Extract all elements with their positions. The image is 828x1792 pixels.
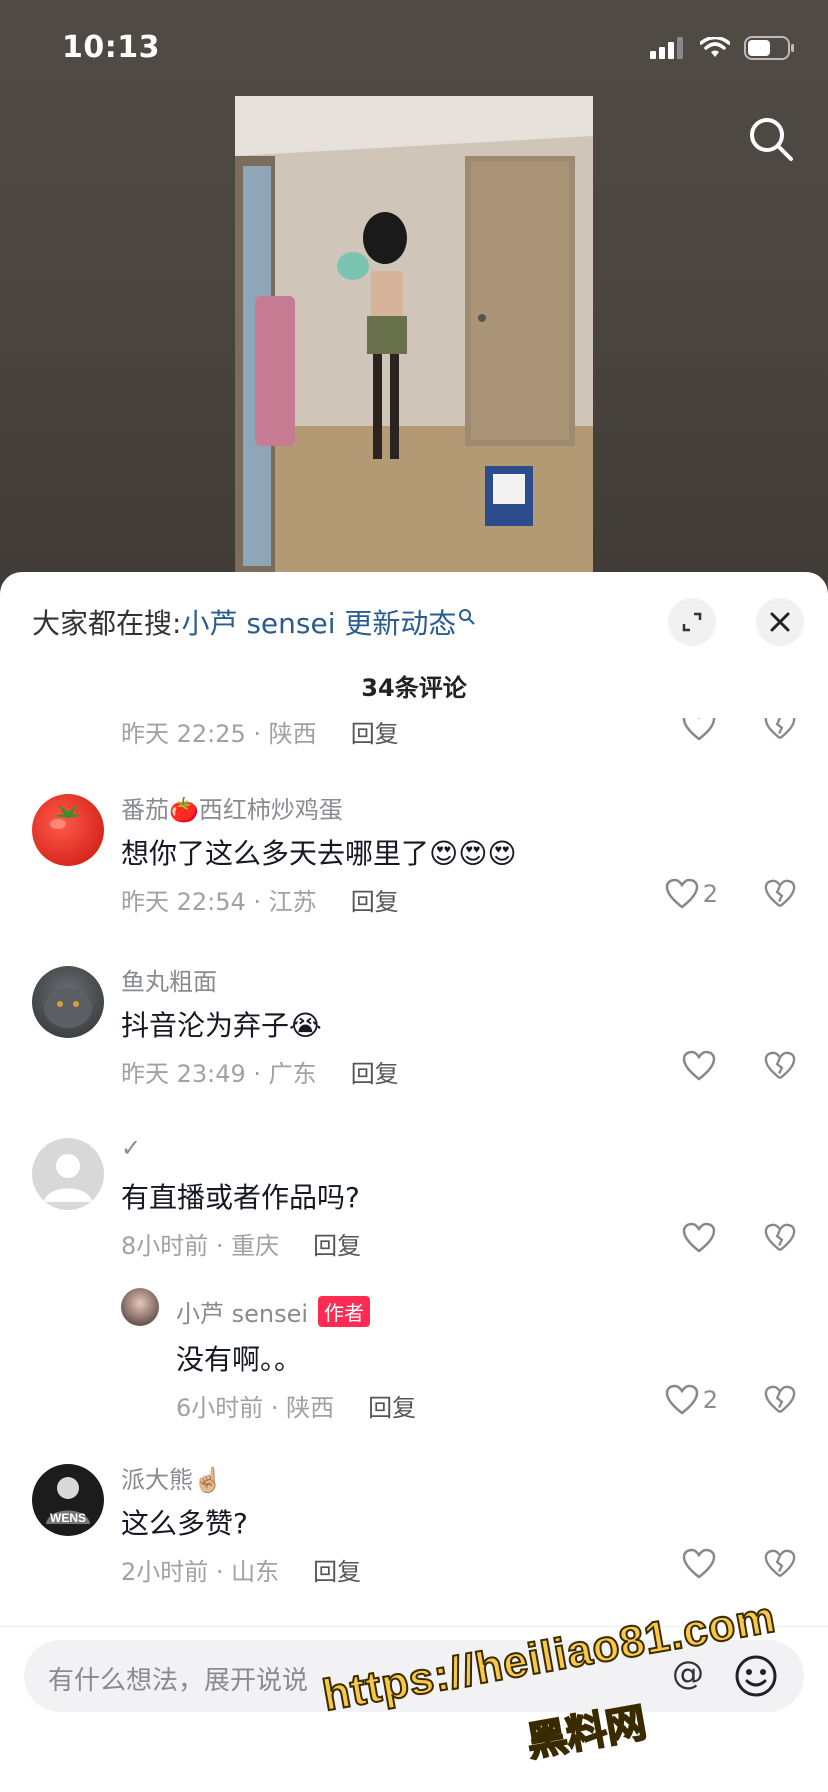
- like-button[interactable]: 2: [665, 1384, 718, 1416]
- comment-text: 有直播或者作品吗?: [121, 1181, 360, 1214]
- reply-button[interactable]: 回复: [351, 1060, 399, 1088]
- reply-item: 小芦 sensei 作者 没有啊。。 6小时前 · 陕西 回复 2: [0, 1288, 828, 1438]
- reply-button[interactable]: 回复: [313, 1558, 361, 1586]
- avatar[interactable]: WENS: [32, 1464, 104, 1536]
- like-button[interactable]: 2: [665, 878, 718, 910]
- comment-text: 想你了这么多天去哪里了😍😍😍: [121, 837, 517, 870]
- expand-button[interactable]: [668, 598, 716, 646]
- small-search-icon: [459, 609, 476, 625]
- search-suggestion-prefix: 大家都在搜:: [32, 607, 182, 640]
- comment-item: 番茄🍅西红柿炒鸡蛋 想你了这么多天去哪里了😍😍😍 昨天 22:54 · 江苏 回复…: [0, 790, 828, 950]
- broken-heart-icon[interactable]: [764, 718, 796, 742]
- default-avatar-icon: [44, 1154, 92, 1202]
- comment-text: 抖音沦为弃子😭: [121, 1009, 322, 1042]
- comment-time: 8小时前 · 重庆: [121, 1232, 280, 1260]
- search-icon[interactable]: [746, 114, 796, 164]
- person-avatar-icon: WENS: [46, 1477, 90, 1525]
- reply-author-row: 小芦 sensei 作者: [176, 1294, 371, 1329]
- heart-icon: [665, 1384, 698, 1415]
- avatar[interactable]: [121, 1288, 159, 1326]
- expand-icon: [682, 612, 702, 632]
- broken-heart-icon[interactable]: [764, 1050, 796, 1082]
- close-icon: [770, 612, 790, 632]
- like-count: 2: [702, 1386, 718, 1414]
- comment-text: 没有啊。。: [176, 1343, 303, 1376]
- tomato-icon: [50, 804, 82, 829]
- comment-meta: 6小时前 · 陕西 回复: [176, 1388, 416, 1423]
- search-suggestion[interactable]: 大家都在搜: 小芦 sensei 更新动态: [32, 602, 476, 642]
- avatar[interactable]: [32, 794, 104, 866]
- comment-item: WENS 派大熊☝🏼 这么多赞? 2小时前 · 山东 回复: [0, 1460, 828, 1610]
- heart-icon[interactable]: [682, 718, 716, 742]
- comment-time: 2小时前 · 山东: [121, 1558, 280, 1586]
- comment-author[interactable]: 番茄🍅西红柿炒鸡蛋: [121, 790, 343, 825]
- broken-heart-icon[interactable]: [764, 1222, 796, 1254]
- status-time: 10:13: [62, 30, 160, 65]
- comment-meta: 昨天 23:49 · 广东 回复: [121, 1054, 399, 1089]
- comment-time: 昨天 22:54 · 江苏: [121, 888, 317, 916]
- comment-author[interactable]: 派大熊☝🏼: [121, 1460, 223, 1495]
- comment-author[interactable]: 小芦 sensei: [176, 1294, 308, 1329]
- author-badge: 作者: [318, 1296, 371, 1327]
- broken-heart-icon[interactable]: [764, 878, 796, 910]
- status-icons: [650, 36, 796, 60]
- comment-count: 34条评论: [361, 674, 467, 702]
- search-suggestion-keyword[interactable]: 小芦 sensei 更新动态: [181, 602, 456, 642]
- comment-meta: 昨天 22:25 · 陕西 回复: [121, 718, 399, 749]
- like-count: 2: [702, 880, 718, 908]
- avatar-text: WENS: [50, 1511, 86, 1525]
- comment-text: 这么多赞?: [121, 1507, 248, 1540]
- comment-meta: 昨天 22:54 · 江苏 回复: [121, 882, 399, 917]
- heart-icon[interactable]: [682, 1222, 716, 1254]
- comment-item: 鱼丸粗面 抖音沦为弃子😭 昨天 23:49 · 广东 回复: [0, 962, 828, 1122]
- avatar[interactable]: [32, 966, 104, 1038]
- avatar[interactable]: [32, 1138, 104, 1210]
- broken-heart-icon[interactable]: [764, 1384, 796, 1416]
- heart-icon[interactable]: [682, 1548, 716, 1580]
- comment-meta: 8小时前 · 重庆 回复: [121, 1226, 361, 1261]
- comment-time: 昨天 23:49 · 广东: [121, 1060, 317, 1088]
- comment-author[interactable]: ✓: [121, 1134, 141, 1162]
- close-button[interactable]: [756, 598, 804, 646]
- comment-time: 6小时前 · 陕西: [176, 1394, 335, 1422]
- video-thumbnail[interactable]: [235, 96, 593, 576]
- broken-heart-icon[interactable]: [764, 1548, 796, 1580]
- comment-item: ✓ 有直播或者作品吗? 8小时前 · 重庆 回复: [0, 1134, 828, 1284]
- heart-icon[interactable]: [682, 1050, 716, 1082]
- comment-meta: 2小时前 · 山东 回复: [121, 1552, 361, 1587]
- video-background: 10:13: [0, 0, 828, 600]
- reply-button[interactable]: 回复: [368, 1394, 416, 1422]
- wifi-icon: [700, 37, 730, 57]
- video-scene: [235, 96, 593, 576]
- battery-icon: [744, 36, 794, 60]
- cat-avatar-icon: [44, 988, 92, 1028]
- emoji-icon[interactable]: [734, 1654, 778, 1698]
- comment-input-placeholder: 有什么想法，展开说说: [48, 1666, 309, 1696]
- comment-author[interactable]: 鱼丸粗面: [121, 962, 217, 997]
- reply-button[interactable]: 回复: [351, 720, 399, 748]
- comment-item: 昨天 22:25 · 陕西 回复: [0, 718, 828, 758]
- comment-time: 昨天 22:25 · 陕西: [121, 720, 317, 748]
- reply-button[interactable]: 回复: [313, 1232, 361, 1260]
- signal-icon: [650, 37, 683, 59]
- heart-icon: [665, 878, 698, 909]
- reply-button[interactable]: 回复: [351, 888, 399, 916]
